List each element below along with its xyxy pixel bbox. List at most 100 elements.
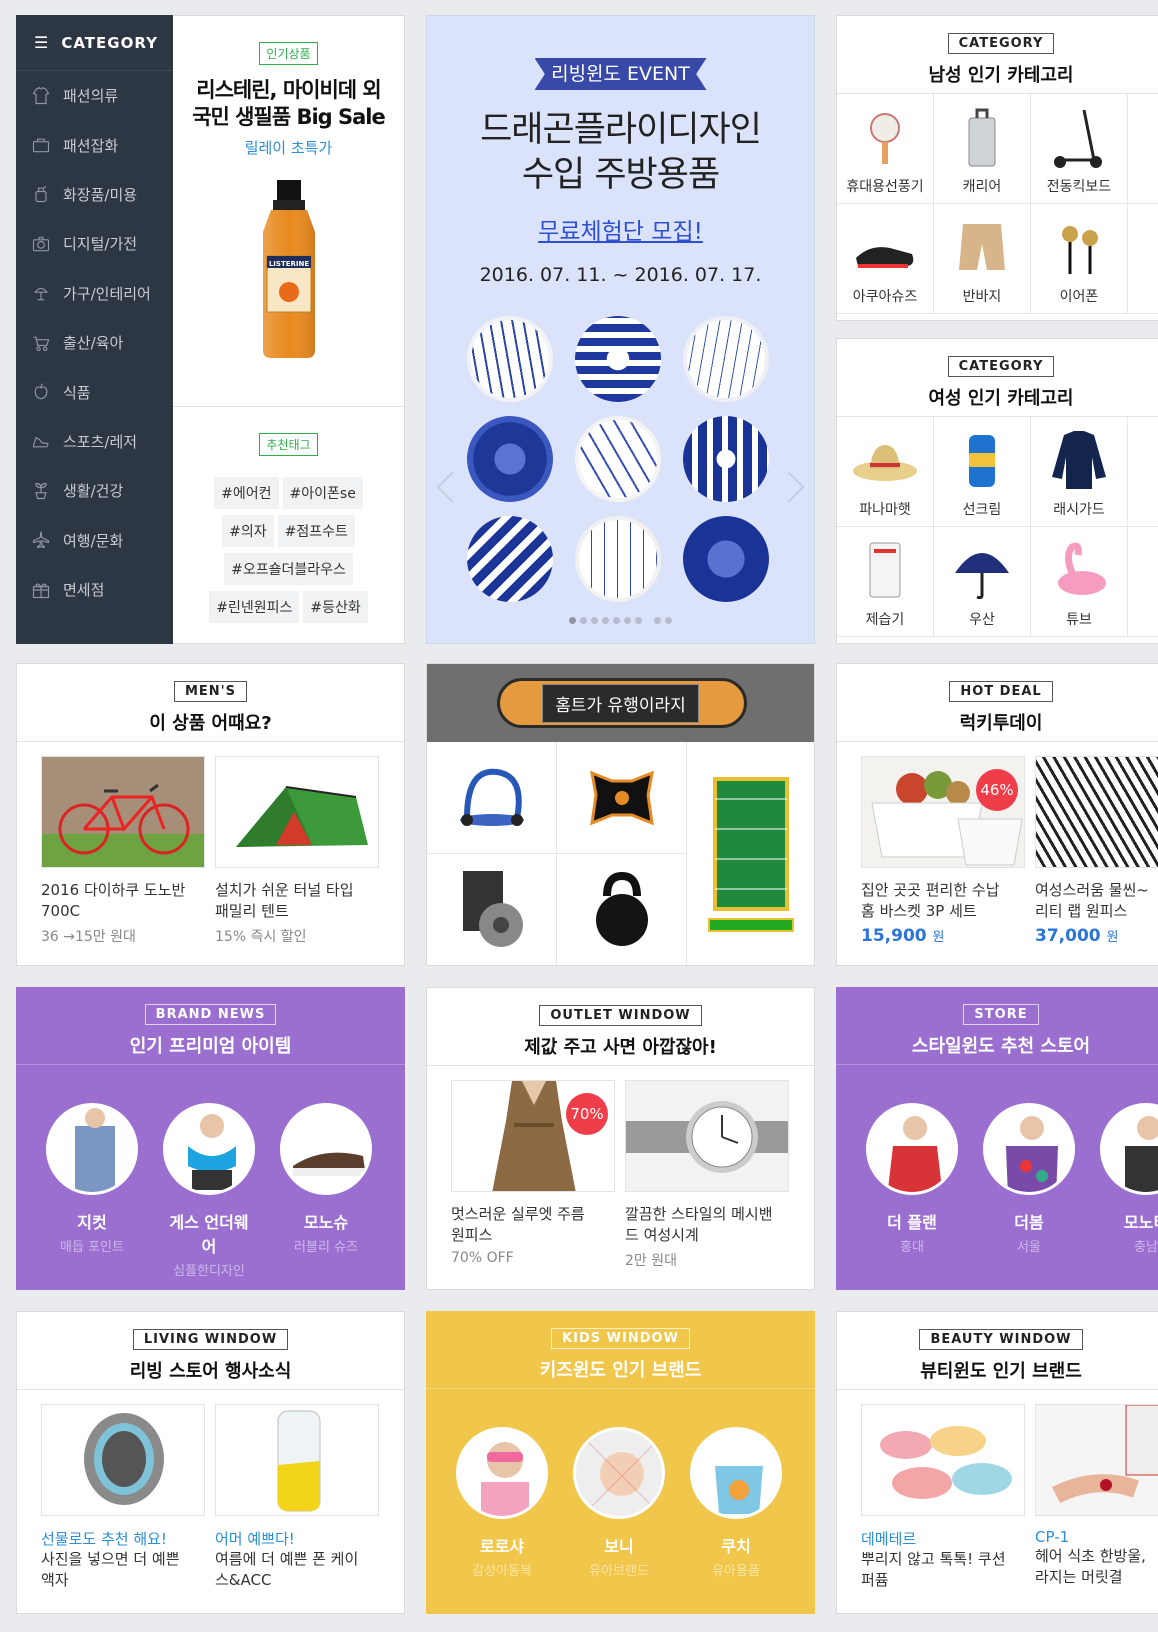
product-card[interactable]: 설치가 쉬운 터널 타입 패밀리 텐트 15% 즉시 할인 [215, 756, 379, 946]
product-card[interactable]: 2016 다이하쿠 도노반 700C 36 →15만 원대 [41, 756, 205, 946]
category-label: 래시가드 [1053, 502, 1105, 518]
brand-circle-item[interactable]: 더 플랜 홍대 [866, 1103, 958, 1255]
home-training-panel[interactable]: 홈트가 유행이라지 [426, 663, 815, 966]
category-item-0[interactable]: 파나마햇 [837, 417, 934, 527]
sidebar-item-5[interactable]: 출산/육아 [16, 318, 173, 367]
category-item-2[interactable]: 래시가드 [1031, 417, 1128, 527]
event-date: 2016. 07. 11. ~ 2016. 07. 17. [479, 264, 762, 286]
sidebar-item-label: 스포츠/레저 [63, 432, 138, 451]
category-item-7[interactable]: 침 [1128, 527, 1158, 637]
category-label: 침 [1128, 609, 1158, 629]
brand-name: 더 플랜 [887, 1213, 937, 1232]
category-label: 튜브 [1066, 612, 1092, 628]
ab-roller-image[interactable] [427, 742, 557, 854]
event-signup-link[interactable]: 무료체험단 모집! [427, 212, 814, 246]
product-card[interactable]: 선물로도 추천 해요! 사진을 넣으면 더 예쁜 액자 [41, 1404, 205, 1591]
brand-circle-item[interactable]: 로로샤 감성아동복 [456, 1427, 548, 1579]
category-label: 선크림 [962, 502, 1002, 518]
product-card[interactable]: 어머 예쁘다! 여름에 더 예쁜 폰 케이 스&ACC [215, 1404, 379, 1591]
hot-deal-panel: HOT DEAL 럭키투데이 46% 집안 곳곳 편리한 수납 홈 바스켓 3P … [836, 663, 1158, 966]
product-card[interactable]: 데메테르 뿌리지 않고 톡톡! 쿠션 퍼퓸 [861, 1404, 1025, 1591]
hashtag-link[interactable]: #린넨원피스 [209, 591, 300, 623]
sidebar-item-8[interactable]: 생활/건강 [16, 466, 173, 515]
category-item-1[interactable]: 선크림 [934, 417, 1031, 527]
hashtag-link[interactable]: #에어컨 [214, 477, 279, 509]
product-card[interactable]: 70% 멋스러운 실루엣 주름 원피스 70% OFF [451, 1080, 615, 1270]
category-item-4[interactable]: 제습기 [837, 527, 934, 637]
event-banner[interactable]: 리빙윈도 EVENT 드래곤플라이디자인 수입 주방용품 무료체험단 모집! 2… [426, 15, 815, 644]
sidebar-item-9[interactable]: 여행/문화 [16, 516, 173, 565]
category-item-6[interactable]: 튜브 [1031, 527, 1128, 637]
sidebar-item-1[interactable]: 패션잡화 [16, 120, 173, 169]
sidebar-item-label: 화장품/미용 [63, 185, 138, 204]
product-brand: 선물로도 추천 해요! [41, 1530, 167, 1548]
sidebar-item-10[interactable]: 면세점 [16, 565, 173, 614]
product-brand: CP-1 [1035, 1528, 1070, 1546]
cosmetics-icon [30, 183, 52, 205]
category-item-5[interactable]: 우산 [934, 527, 1031, 637]
kettlebell-image[interactable] [557, 854, 687, 965]
category-label: 아쿠아슈즈 [852, 289, 918, 305]
sidebar-item-2[interactable]: 화장품/미용 [16, 170, 173, 219]
brand-circle-item[interactable]: 게스 언더웨어 심플한디자인 [163, 1103, 255, 1279]
phone-case-image [215, 1404, 379, 1516]
carousel-indicator[interactable] [427, 609, 814, 628]
brand-circle-item[interactable]: 지컷 매듭 포인트 [46, 1103, 138, 1279]
promo-banner[interactable]: 인기상품 리스테린, 마이비데 외 국민 생필품 Big Sale 릴레이 초특… [173, 16, 404, 407]
brand-circle-item[interactable]: 쿠치 유아용품 [690, 1427, 782, 1579]
camera-icon [30, 233, 52, 255]
product-card[interactable]: CP-1 헤어 식초 한방울, 라지는 머릿결 [1035, 1404, 1158, 1591]
product-name: 사진을 넣으면 더 예쁜 액자 [41, 1550, 180, 1589]
ems-pad-image[interactable] [557, 742, 687, 854]
yoyo-product-image[interactable] [427, 854, 557, 965]
section-tag: CATEGORY [947, 33, 1055, 54]
wrap-dress-image: 2 [1035, 756, 1158, 868]
hashtag-link[interactable]: #아이폰se [282, 477, 363, 509]
sidebar-item-3[interactable]: 디지털/가전 [16, 219, 173, 268]
watch-image [625, 1080, 789, 1192]
category-label: 전동킥보드 [1046, 179, 1112, 195]
bag-icon [30, 134, 52, 156]
hashtag-link[interactable]: #의자 [222, 515, 274, 547]
category-item-2[interactable]: 전동킥보드 [1031, 94, 1128, 204]
category-item-6[interactable]: 이어폰 [1031, 204, 1128, 314]
brand-circle-item[interactable]: 모노슈 러블리 슈즈 [280, 1103, 372, 1279]
hashtag-link[interactable]: #점프수트 [277, 515, 355, 547]
product-card[interactable]: 깔끔한 스타일의 메시밴 드 여성시계 2만 원대 [625, 1080, 789, 1270]
product-card[interactable]: 2 여성스러움 물씬~리티 랩 원피스 37,000 원 [1035, 756, 1158, 946]
category-item-4[interactable]: 아쿠아슈즈 [837, 204, 934, 314]
partial-icon [1128, 212, 1158, 282]
prev-arrow-icon[interactable] [436, 471, 468, 503]
brand-desc: 감성아동복 [472, 1564, 532, 1579]
sidebar-header[interactable]: ☰ CATEGORY [16, 15, 173, 71]
sidebar-item-7[interactable]: 스포츠/레저 [16, 417, 173, 466]
brand-name: 모노티 [1123, 1213, 1158, 1232]
sidebar-item-label: 식품 [63, 383, 91, 402]
pitching-net-image[interactable] [687, 742, 814, 965]
category-item-0[interactable]: 휴대용선풍기 [837, 94, 934, 204]
sidebar-item-0[interactable]: 패션의류 [16, 71, 173, 120]
brand-circle-item[interactable]: 더봄 서울 [983, 1103, 1075, 1255]
sidebar-item-6[interactable]: 식품 [16, 367, 173, 416]
section-tag: KIDS WINDOW [551, 1328, 690, 1349]
product-name: 뿌리지 않고 톡톡! 쿠션 퍼퓸 [861, 1550, 1006, 1589]
category-item-1[interactable]: 캐리어 [934, 94, 1031, 204]
hashtag-link[interactable]: #등산화 [303, 591, 368, 623]
kids-panel: KIDS WINDOW 키즈윈도 인기 브랜드 로로샤 감성아동복 보니 유아브랜드 쿠… [426, 1311, 815, 1614]
category-item-3[interactable]: 러 [1128, 417, 1158, 527]
category-item-7[interactable] [1128, 204, 1158, 314]
brand-desc: 충남 [1134, 1240, 1158, 1255]
category-item-3[interactable] [1128, 94, 1158, 204]
sidebar-item-label: 패션의류 [63, 87, 119, 106]
sidebar-item-4[interactable]: 가구/인테리어 [16, 269, 173, 318]
cushion-perfume-image [861, 1404, 1025, 1516]
brand-circle-item[interactable]: 모노티충남 [1100, 1103, 1158, 1255]
product-card[interactable]: 46% 집안 곳곳 편리한 수납 홈 바스켓 3P 세트 15,900 원 [861, 756, 1025, 946]
brand-thumbnail [983, 1103, 1075, 1195]
category-sidebar: ☰ CATEGORY 패션의류패션잡화화장품/미용디지털/가전 가구/인테리어 출산… [16, 15, 173, 644]
hair-vinegar-image [1035, 1404, 1158, 1516]
category-item-5[interactable]: 반바지 [934, 204, 1031, 314]
brand-desc: 러블리 슈즈 [294, 1240, 358, 1255]
brand-circle-item[interactable]: 보니 유아브랜드 [573, 1427, 665, 1579]
hashtag-link[interactable]: #오프숄더블라우스 [224, 553, 353, 585]
